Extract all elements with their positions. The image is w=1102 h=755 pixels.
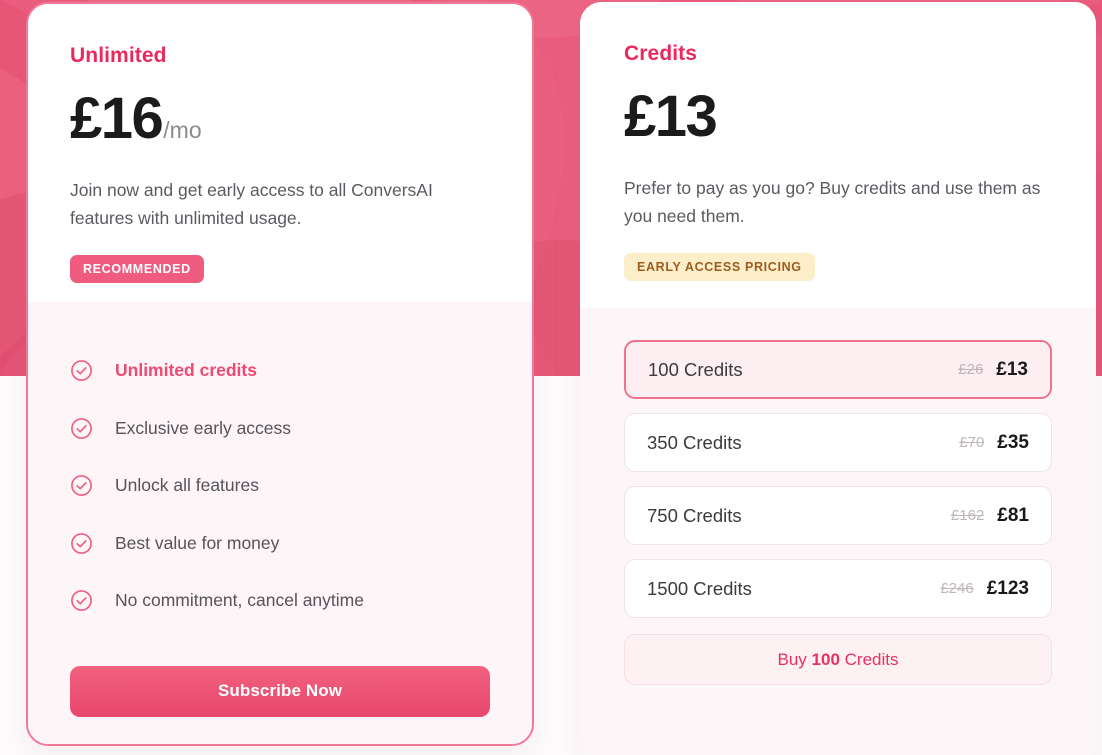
check-circle-icon: [70, 417, 115, 440]
price-display-credits: £13: [624, 88, 1052, 146]
price-display-unlimited: £16 /mo: [70, 90, 490, 148]
feature-item: Unlock all features: [70, 457, 490, 515]
feature-label: Best value for money: [115, 532, 280, 553]
price-period: /mo: [163, 117, 202, 143]
credit-option-row[interactable]: 1500 Credits £246 £123: [624, 559, 1052, 618]
buy-credits-button[interactable]: Buy 100 Credits: [624, 634, 1052, 685]
feature-label: Exclusive early access: [115, 417, 292, 438]
price-amount: £16: [70, 86, 164, 151]
price-amount: £13: [624, 84, 718, 149]
recommended-badge: RECOMMENDED: [70, 254, 204, 283]
feature-item: Unlimited credits: [70, 342, 490, 400]
credit-options-list: 100 Credits £26 £13 350 Credits £70 £35 750 Cr…: [624, 340, 1052, 618]
credit-original-price: £162: [950, 507, 985, 524]
check-circle-icon: [70, 589, 115, 612]
credit-discounted-price: £81: [997, 504, 1029, 526]
pricing-page: Unlimited £16 /mo Join now and get early…: [0, 0, 1102, 755]
check-circle-icon: [70, 359, 115, 382]
plan-description-credits: Prefer to pay as you go? Buy credits and…: [624, 178, 1041, 227]
feature-label: Unlimited credits: [115, 360, 257, 381]
credit-original-price: £70: [959, 434, 985, 451]
credit-quantity-label: 350 Credits: [647, 431, 742, 453]
credit-quantity-label: 1500 Credits: [647, 577, 752, 599]
credits-card-header: Credits £13 Prefer to pay as you go? Buy…: [580, 2, 1096, 281]
plan-title-credits: Credits: [624, 42, 698, 65]
buy-button-amount: 100: [811, 649, 840, 669]
feature-label: Unlock all features: [115, 475, 259, 496]
feature-item: No commitment, cancel anytime: [70, 572, 490, 630]
plan-description-unlimited: Join now and get early access to all Con…: [70, 180, 433, 229]
credit-option-row[interactable]: 350 Credits £70 £35: [624, 413, 1052, 472]
plan-title-unlimited: Unlimited: [70, 44, 167, 67]
credit-discounted-price: £13: [996, 358, 1028, 380]
early-access-pricing-badge: EARLY ACCESS PRICING: [624, 252, 815, 281]
plan-card-unlimited: Unlimited £16 /mo Join now and get early…: [26, 2, 534, 746]
check-circle-icon: [70, 532, 115, 555]
check-circle-icon: [70, 474, 115, 497]
feature-list: Unlimited credits Exclusive early access U…: [70, 342, 490, 630]
plan-card-credits: Credits £13 Prefer to pay as you go? Buy…: [580, 2, 1096, 755]
credit-discounted-price: £35: [997, 431, 1029, 453]
credit-quantity-label: 100 Credits: [648, 358, 743, 380]
unlimited-card-header: Unlimited £16 /mo Join now and get early…: [28, 4, 532, 283]
feature-item: Exclusive early access: [70, 400, 490, 458]
credit-original-price: £26: [958, 361, 984, 378]
credit-option-row[interactable]: 750 Credits £162 £81: [624, 486, 1052, 545]
credit-quantity-label: 750 Credits: [647, 504, 742, 526]
buy-button-suffix: Credits: [839, 649, 899, 669]
credit-option-row[interactable]: 100 Credits £26 £13: [624, 340, 1052, 399]
credits-card-options-panel: 100 Credits £26 £13 350 Credits £70 £35 750 Cr…: [580, 308, 1096, 755]
feature-item: Best value for money: [70, 515, 490, 573]
credit-discounted-price: £123: [986, 577, 1029, 599]
buy-button-prefix: Buy: [777, 649, 812, 669]
feature-label: No commitment, cancel anytime: [115, 590, 364, 611]
unlimited-card-features-panel: Unlimited credits Exclusive early access U…: [28, 302, 532, 744]
subscribe-button[interactable]: Subscribe Now: [70, 665, 490, 717]
credit-original-price: £246: [940, 580, 974, 597]
